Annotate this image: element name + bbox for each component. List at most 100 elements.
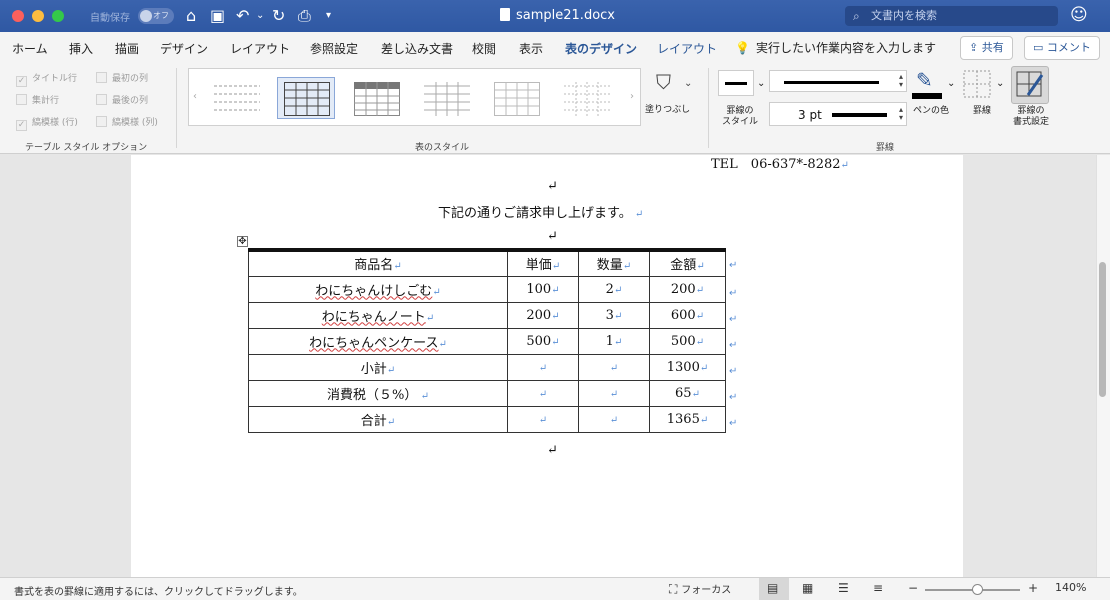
table-cell[interactable]: ↵ (507, 353, 579, 381)
tab-mailings[interactable]: 差し込み文書 (381, 40, 453, 57)
paragraph-mark-icon: ↵ (547, 229, 558, 244)
customize-toolbar-icon[interactable]: ▾ (326, 6, 331, 26)
table-style-thumb[interactable] (417, 77, 475, 119)
tab-table-design[interactable]: 表のデザイン (565, 40, 638, 65)
table-style-thumb[interactable] (207, 77, 265, 119)
table-row: わにちゃんペンケース↵ 500↵ 1↵ 500↵ (248, 327, 726, 355)
web-layout-view-icon[interactable]: ▦ (802, 581, 813, 595)
search-box[interactable]: ⌕ 文書内を検索 (845, 6, 1058, 26)
table-cell[interactable]: わにちゃんノート↵ (248, 301, 508, 329)
table-cell[interactable]: ↵ (507, 405, 579, 433)
table-cell[interactable]: 2↵ (578, 275, 650, 303)
table-style-thumb[interactable] (487, 77, 545, 119)
redo-icon[interactable]: ↻ (272, 6, 285, 26)
undo-icon[interactable]: ↶ (236, 6, 249, 26)
table-cell[interactable]: 200↵ (649, 275, 726, 303)
search-icon: ⌕ (853, 9, 860, 23)
zoom-window-button[interactable] (52, 10, 64, 22)
scrollbar-thumb[interactable] (1099, 262, 1106, 397)
chevron-down-icon: ⌄ (684, 78, 693, 89)
table-cell[interactable]: 3↵ (578, 301, 650, 329)
zoom-slider-handle[interactable] (972, 584, 983, 595)
comments-button[interactable]: ▭ コメント (1024, 36, 1100, 60)
tab-layout[interactable]: レイアウト (230, 40, 290, 57)
table-cell[interactable]: 1300↵ (649, 353, 726, 381)
document-page[interactable]: TEL 06-637*-8282↵ ↵ 下記の通りご請求申し上げます。 ↵ ↵ … (131, 155, 963, 577)
tab-table-layout[interactable]: レイアウト (657, 40, 717, 57)
tab-insert[interactable]: 挿入 (69, 40, 93, 57)
autosave-toggle[interactable]: オフ (138, 8, 174, 24)
close-window-button[interactable] (12, 10, 24, 22)
home-icon[interactable]: ⌂ (186, 6, 196, 26)
table-cell[interactable]: 200↵ (507, 301, 579, 329)
table-cell[interactable]: ↵ (578, 353, 650, 381)
tell-me-box[interactable]: 💡 実行したい作業内容を入力します (735, 39, 936, 56)
border-painter-label: 罫線の 書式設定 (1013, 106, 1050, 127)
draft-view-icon[interactable]: ≡ (873, 581, 883, 595)
table-cell[interactable]: わにちゃんけしごむ↵ (248, 275, 508, 303)
zoom-in-icon[interactable]: + (1028, 581, 1038, 595)
tab-view[interactable]: 表示 (519, 40, 543, 57)
tab-references[interactable]: 参照設定 (310, 40, 358, 57)
table-cell[interactable]: 合計↵ (248, 405, 508, 433)
table-cell[interactable]: 数量↵ (578, 248, 650, 277)
table-move-handle-icon[interactable]: ✥ (237, 236, 248, 247)
last-column-checkbox[interactable]: 最後の列 (96, 93, 148, 106)
table-cell[interactable]: 1↵ (578, 327, 650, 355)
chevron-down-icon[interactable]: ⌄ (947, 78, 955, 89)
table-cell[interactable]: 100↵ (507, 275, 579, 303)
pen-color-button[interactable]: ✎ (912, 68, 948, 102)
share-button[interactable]: ⇪ 共有 (960, 36, 1013, 60)
chevron-down-icon[interactable]: ⌄ (996, 78, 1004, 89)
table-style-options-group-label: テーブル スタイル オプション (25, 143, 148, 153)
table-cell[interactable]: 単価↵ (507, 248, 579, 277)
table-cell[interactable]: わにちゃんペンケース↵ (248, 327, 508, 355)
banded-rows-checkbox[interactable]: ✓ 縞模様 (行) (16, 115, 78, 131)
line-style-dropdown[interactable]: ▴ ▾ (769, 70, 907, 92)
table-style-thumb-selected[interactable] (277, 77, 335, 119)
outline-view-icon[interactable]: ☰ (838, 581, 849, 595)
tab-draw[interactable]: 描画 (115, 40, 139, 57)
gallery-prev-icon[interactable]: ‹ (193, 91, 197, 102)
print-layout-view-icon[interactable]: ▤ (767, 581, 778, 595)
first-column-checkbox[interactable]: 最初の列 (96, 71, 148, 84)
table-styles-gallery[interactable]: ‹ › (188, 68, 641, 126)
chevron-down-icon[interactable]: ⌄ (757, 78, 765, 89)
undo-dropdown-icon[interactable]: ⌄ (256, 6, 264, 26)
gallery-next-icon[interactable]: › (630, 91, 634, 102)
save-icon[interactable]: ▣ (210, 6, 225, 26)
pen-color-label: ペンの色 (913, 106, 950, 116)
table-cell[interactable]: ↵ (578, 379, 650, 407)
table-cell[interactable]: 500↵ (649, 327, 726, 355)
table-cell[interactable]: 小計↵ (248, 353, 508, 381)
feedback-smiley-icon[interactable]: ☺ (1070, 5, 1088, 25)
tab-design[interactable]: デザイン (160, 40, 208, 57)
table-cell[interactable]: 消費税（５%） ↵ (248, 379, 508, 407)
table-cell[interactable]: 金額↵ (649, 248, 726, 277)
borders-button[interactable] (963, 70, 993, 100)
total-row-checkbox[interactable]: 集計行 (16, 93, 59, 106)
table-cell[interactable]: 65↵ (649, 379, 726, 407)
focus-button[interactable]: ⛶ フォーカス (669, 581, 731, 597)
tab-home[interactable]: ホーム (12, 40, 48, 57)
banded-columns-checkbox[interactable]: 縞模様 (列) (96, 115, 158, 128)
table-style-thumb[interactable] (347, 77, 405, 119)
table-cell[interactable]: ↵ (507, 379, 579, 407)
minimize-window-button[interactable] (32, 10, 44, 22)
header-row-checkbox[interactable]: ✓ タイトル行 (16, 71, 77, 87)
border-style-button[interactable] (718, 70, 754, 96)
zoom-level[interactable]: 140% (1055, 581, 1086, 594)
table-cell[interactable]: 600↵ (649, 301, 726, 329)
paragraph-mark-icon: ↵ (840, 160, 849, 171)
line-weight-dropdown[interactable]: 3 pt ▴ ▾ (769, 102, 907, 126)
table-cell[interactable]: 商品名↵ (248, 248, 508, 277)
border-painter-button[interactable] (1011, 66, 1049, 104)
print-icon[interactable]: ⎙ (298, 6, 311, 26)
paragraph-mark-icon: ↵ (547, 443, 558, 458)
table-cell[interactable]: 1365↵ (649, 405, 726, 433)
tab-review[interactable]: 校閲 (472, 40, 496, 57)
zoom-out-icon[interactable]: − (908, 581, 918, 595)
table-style-thumb[interactable] (557, 77, 615, 119)
table-cell[interactable]: ↵ (578, 405, 650, 433)
table-cell[interactable]: 500↵ (507, 327, 579, 355)
